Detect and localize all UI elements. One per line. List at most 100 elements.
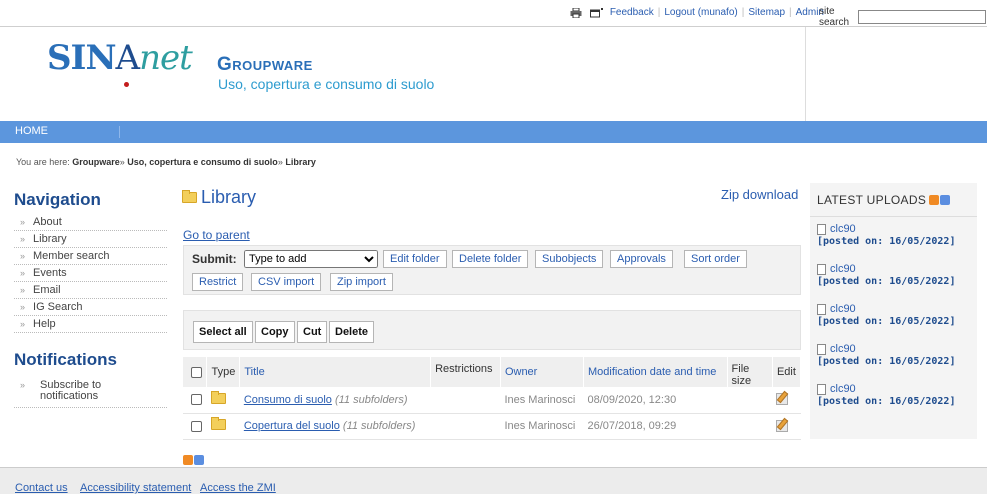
folder-icon (210, 417, 226, 430)
logout-link[interactable]: Logout (munafo) (664, 7, 737, 18)
delete-button[interactable]: Delete (329, 321, 375, 343)
top-bar: Feedback | Logout (munafo) | Sitemap | A… (0, 0, 987, 28)
navigation-heading: Navigation (14, 190, 101, 209)
chevron-icon: » (20, 380, 26, 390)
upload-item: clc90 [posted on: 16/05/2022] (817, 383, 955, 407)
upload-item: clc90 [posted on: 16/05/2022] (817, 263, 955, 287)
upload-date: [posted on: 16/05/2022] (817, 356, 956, 367)
upload-link[interactable]: clc90 (830, 303, 856, 315)
row-edit (772, 387, 801, 414)
nav-item-label: IG Search (33, 301, 83, 313)
site-search: site search (819, 6, 987, 28)
feed-icon[interactable] (194, 455, 204, 465)
folder-icon (182, 190, 197, 203)
logo-text-1: SIN (47, 38, 117, 78)
zip-import-button[interactable]: Zip import (330, 273, 393, 291)
table-header-row: Type Title Restrictions Owner Modificati… (183, 357, 802, 387)
breadcrumb-item: Library (285, 157, 316, 167)
column-edit: Edit (772, 357, 802, 387)
upload-link[interactable]: clc90 (830, 383, 856, 395)
printer-icon[interactable] (570, 7, 582, 18)
header-divider (805, 27, 806, 121)
nav-item-ig-search[interactable]: » IG Search (14, 299, 167, 316)
row-modified: 26/07/2018, 09:29 (583, 413, 728, 440)
column-title[interactable]: Title (239, 357, 432, 387)
separator: | (741, 7, 745, 18)
column-file-size: File size (727, 357, 773, 387)
row-checkbox[interactable] (191, 420, 202, 432)
zip-download-link[interactable]: Zip download (721, 187, 798, 202)
latest-uploads-panel: LATEST UPLOADS clc90 [posted on: 16/05/2… (810, 183, 977, 439)
column-modified[interactable]: Modification date and time (583, 357, 728, 387)
folder-link[interactable]: Consumo di suolo (244, 394, 332, 406)
edit-icon[interactable] (776, 392, 789, 406)
upload-link[interactable]: clc90 (830, 263, 856, 275)
feedback-link[interactable]: Feedback (610, 7, 654, 18)
folder-icon (210, 390, 226, 404)
separator: | (657, 7, 661, 18)
nav-item-about[interactable]: » About (14, 214, 167, 231)
approvals-button[interactable]: Approvals (610, 250, 673, 268)
submit-type-select[interactable]: Type to add (244, 250, 378, 268)
navigation-list: » About » Library » Member search » Events »… (14, 214, 167, 333)
select-all-button[interactable]: Select all (193, 321, 253, 343)
row-file-size (727, 387, 773, 414)
column-restrictions: Restrictions (430, 357, 501, 387)
nav-item-label: Email (33, 284, 61, 296)
access-zmi-link[interactable]: Access the ZMI (200, 482, 276, 494)
accessibility-statement-link[interactable]: Accessibility statement (80, 482, 191, 494)
subobjects-button[interactable]: Subobjects (535, 250, 604, 268)
nav-item-help[interactable]: » Help (14, 316, 167, 333)
menu-home[interactable]: HOME (15, 125, 48, 137)
rss-icon[interactable] (929, 195, 940, 205)
edit-folder-button[interactable]: Edit folder (383, 250, 447, 268)
upload-item: clc90 [posted on: 16/05/2022] (817, 343, 955, 367)
upload-link[interactable]: clc90 (830, 343, 856, 355)
contact-us-link[interactable]: Contact us (15, 482, 68, 494)
notifications-list: » Subscribe to notifications (14, 375, 167, 408)
nav-item-member-search[interactable]: » Member search (14, 248, 167, 265)
site-search-label: site search (819, 6, 850, 28)
nav-item-library[interactable]: » Library (14, 231, 167, 248)
chevron-icon: » (20, 234, 26, 244)
notifications-heading: Notifications (14, 350, 117, 369)
breadcrumb-sep: » (119, 157, 125, 167)
select-all-checkbox[interactable] (191, 366, 202, 378)
nav-item-subscribe[interactable]: » Subscribe to notifications (14, 375, 167, 408)
table-row: Consumo di suolo (11 subfolders) Ines Ma… (183, 387, 801, 414)
nav-item-email[interactable]: » Email (14, 282, 167, 299)
rss-icon[interactable] (183, 455, 193, 465)
edit-icon[interactable] (776, 419, 789, 432)
row-modified: 08/09/2020, 12:30 (583, 387, 728, 414)
copy-button[interactable]: Copy (255, 321, 295, 343)
chevron-icon: » (20, 268, 26, 278)
upload-link[interactable]: clc90 (830, 223, 856, 235)
chevron-icon: » (20, 285, 26, 295)
breadcrumb-item[interactable]: Groupware (72, 157, 120, 167)
restrict-button[interactable]: Restrict (192, 273, 244, 291)
breadcrumb: You are here: Groupware» Uso, copertura … (16, 157, 316, 167)
upload-date: [posted on: 16/05/2022] (817, 396, 956, 407)
breadcrumb-item[interactable]: Uso, copertura e consumo di suolo (127, 157, 278, 167)
site-search-input[interactable] (857, 10, 986, 24)
sitemap-link[interactable]: Sitemap (748, 7, 785, 18)
submit-label: Submit: (192, 252, 237, 266)
cut-button[interactable]: Cut (297, 321, 328, 343)
sinanet-logo[interactable]: SINAnet (47, 38, 193, 87)
library-table: Type Title Restrictions Owner Modificati… (183, 357, 802, 440)
folder-link[interactable]: Copertura del suolo (244, 420, 340, 432)
delete-folder-button[interactable]: Delete folder (452, 250, 529, 268)
go-to-parent-link[interactable]: Go to parent (183, 228, 250, 242)
nav-item-events[interactable]: » Events (14, 265, 167, 282)
site-title: Groupware (217, 54, 313, 75)
select-all-header (183, 357, 208, 387)
nav-item-label: Library (33, 233, 67, 245)
document-icon (817, 223, 826, 235)
feed-icon[interactable] (940, 195, 951, 205)
csv-import-button[interactable]: CSV import (251, 273, 322, 291)
upload-item: clc90 [posted on: 16/05/2022] (817, 223, 955, 247)
sort-order-button[interactable]: Sort order (684, 250, 747, 268)
screen-icon[interactable] (589, 7, 603, 18)
row-checkbox[interactable] (191, 394, 202, 406)
column-owner[interactable]: Owner (500, 357, 585, 387)
